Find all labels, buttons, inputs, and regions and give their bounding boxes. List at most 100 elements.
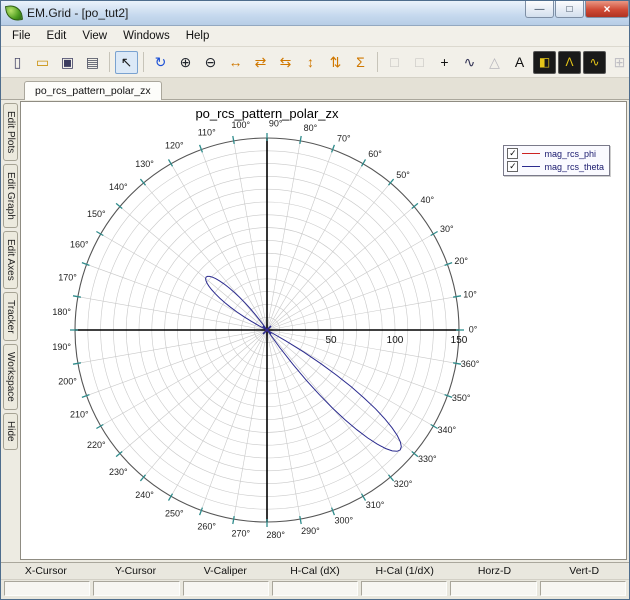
sidebar-tabs: Edit Plots Edit Graph Edit Axes Tracker Work… (1, 100, 20, 562)
legend: ✓ mag_rcs_phi ✓ mag_rcs_theta (503, 145, 610, 176)
svg-text:280°: 280° (266, 530, 285, 540)
status-col-vert-d: Vert-D (569, 565, 600, 577)
close-button[interactable]: × (585, 1, 629, 18)
sidebar-tab-tracker[interactable]: Tracker (3, 291, 18, 342)
svg-text:350°: 350° (452, 393, 471, 403)
svg-text:110°: 110° (198, 127, 216, 137)
svg-text:260°: 260° (197, 521, 216, 531)
zoom-in-button[interactable]: ⊕ (174, 51, 197, 74)
app-icon (4, 3, 24, 23)
menu-edit[interactable]: Edit (39, 28, 75, 44)
zoom-out-button[interactable]: ⊖ (199, 51, 222, 74)
svg-text:30°: 30° (440, 224, 454, 234)
color-map-button[interactable]: ◧ (533, 50, 556, 74)
svg-text:100: 100 (387, 335, 404, 346)
app-window: EM.Grid - [po_tut2] — □ × File Edit View Wi… (0, 0, 630, 600)
toolbar: ▯▭▣▤↖↻⊕⊖↔⇄⇆↕⇅Σ□□+∿△A◧Λ∿⊞▦↔ ≣ Layou (1, 47, 629, 78)
svg-text:290°: 290° (301, 526, 320, 536)
content-row: Edit Plots Edit Graph Edit Axes Tracker Work… (1, 100, 629, 562)
status-col-h-cal-1-dx: H-Cal (1/dX) (375, 565, 434, 577)
svg-text:190°: 190° (52, 342, 71, 352)
svg-text:310°: 310° (366, 500, 385, 510)
svg-text:250°: 250° (165, 508, 184, 518)
minimize-button[interactable]: — (525, 1, 554, 18)
menu-file[interactable]: File (4, 28, 39, 44)
menu-help[interactable]: Help (178, 28, 218, 44)
status-cell-x-cursor (4, 581, 91, 596)
svg-text:100°: 100° (231, 120, 250, 130)
svg-text:180°: 180° (52, 307, 71, 317)
status-col-v-caliper: V-Caliper (203, 565, 247, 577)
sidebar-tab-edit-graph[interactable]: Edit Graph (3, 164, 18, 229)
status-cell-y-cursor (93, 581, 180, 596)
print-button[interactable]: ▤ (81, 51, 104, 74)
menu-windows[interactable]: Windows (115, 28, 178, 44)
toolbar-separator (109, 52, 110, 72)
svg-text:230°: 230° (109, 467, 128, 477)
toolbar-separator (143, 52, 144, 72)
open-file-button[interactable]: ▭ (31, 51, 54, 74)
sidebar-tab-hide[interactable]: Hide (3, 413, 18, 450)
svg-text:240°: 240° (135, 490, 154, 500)
svg-text:50: 50 (325, 335, 337, 346)
new-document-button[interactable]: ▯ (6, 51, 29, 74)
crosshair-tool-button[interactable]: + (433, 51, 456, 74)
redraw-button[interactable]: ↻ (149, 51, 172, 74)
trace-tool-button[interactable]: ∿ (458, 51, 481, 74)
sidebar-tab-workspace[interactable]: Workspace (3, 344, 18, 411)
legend-row-mag-rcs-theta: ✓ mag_rcs_theta (507, 161, 604, 172)
status-col-horz-d: Horz-D (477, 565, 512, 577)
text-tool-button[interactable]: A (508, 51, 531, 74)
expand-vertical-button[interactable]: ⇅ (324, 51, 347, 74)
legend-checkbox-mag-rcs-theta[interactable]: ✓ (507, 161, 519, 172)
svg-text:140°: 140° (109, 182, 128, 192)
autoscale-button[interactable]: Σ (349, 51, 372, 74)
svg-text:160°: 160° (70, 239, 89, 249)
svg-text:170°: 170° (58, 272, 77, 282)
toolbar-items: ▯▭▣▤↖↻⊕⊖↔⇄⇆↕⇅Σ□□+∿△A◧Λ∿⊞▦↔ (5, 50, 629, 74)
svg-text:320°: 320° (394, 479, 413, 489)
grid-settings-button: ⊞ (613, 53, 626, 70)
marker-tool-button: △ (489, 53, 500, 70)
svg-text:360°: 360° (461, 359, 480, 369)
svg-text:70°: 70° (337, 133, 351, 143)
fft-plot-button[interactable]: Λ (558, 50, 581, 74)
save-button[interactable]: ▣ (56, 51, 79, 74)
toolbar-separator (377, 52, 378, 72)
status-cells (1, 580, 629, 599)
svg-text:300°: 300° (334, 515, 353, 525)
fit-vertical-button[interactable]: ↕ (299, 51, 322, 74)
status-cell-h-cal-dx (271, 581, 359, 596)
tab-po-rcs-pattern-polar-zx[interactable]: po_rcs_pattern_polar_zx (24, 81, 162, 100)
svg-text:220°: 220° (87, 440, 106, 450)
maximize-button[interactable]: □ (555, 1, 584, 18)
pointer-tool-button[interactable]: ↖ (115, 50, 138, 74)
shrink-horizontal-button[interactable]: ⇆ (274, 51, 297, 74)
menu-view[interactable]: View (74, 28, 115, 44)
status-cell-h-cal-1-dx (361, 581, 448, 596)
svg-text:150°: 150° (87, 209, 106, 219)
expand-horizontal-button[interactable]: ⇄ (249, 51, 272, 74)
svg-text:130°: 130° (135, 159, 154, 169)
svg-text:330°: 330° (418, 454, 437, 464)
svg-text:340°: 340° (437, 425, 456, 435)
title-bar[interactable]: EM.Grid - [po_tut2] — □ × (1, 1, 629, 26)
legend-label: mag_rcs_phi (544, 148, 596, 159)
svg-text:0°: 0° (469, 324, 478, 334)
sidebar-tab-edit-plots[interactable]: Edit Plots (3, 103, 18, 162)
frame-a-button: □ (390, 54, 399, 70)
svg-text:270°: 270° (231, 529, 250, 539)
status-col-y-cursor: Y-Cursor (115, 565, 157, 577)
svg-text:20°: 20° (454, 256, 468, 266)
window-title: EM.Grid - [po_tut2] (27, 6, 129, 20)
legend-checkbox-mag-rcs-phi[interactable]: ✓ (507, 148, 519, 159)
status-headers: X-Cursor Y-Cursor V-Caliper H-Cal (dX) H-Cal… (1, 563, 629, 580)
svg-text:60°: 60° (368, 149, 382, 159)
waveform-plot-button[interactable]: ∿ (583, 50, 606, 74)
status-col-h-cal-dx: H-Cal (dX) (290, 565, 340, 577)
fit-horizontal-button[interactable]: ↔ (224, 51, 247, 74)
sidebar-tab-edit-axes[interactable]: Edit Axes (3, 231, 18, 289)
svg-text:150: 150 (451, 335, 468, 346)
menu-bar: File Edit View Windows Help (1, 26, 629, 47)
status-cell-horz-d (450, 581, 537, 596)
